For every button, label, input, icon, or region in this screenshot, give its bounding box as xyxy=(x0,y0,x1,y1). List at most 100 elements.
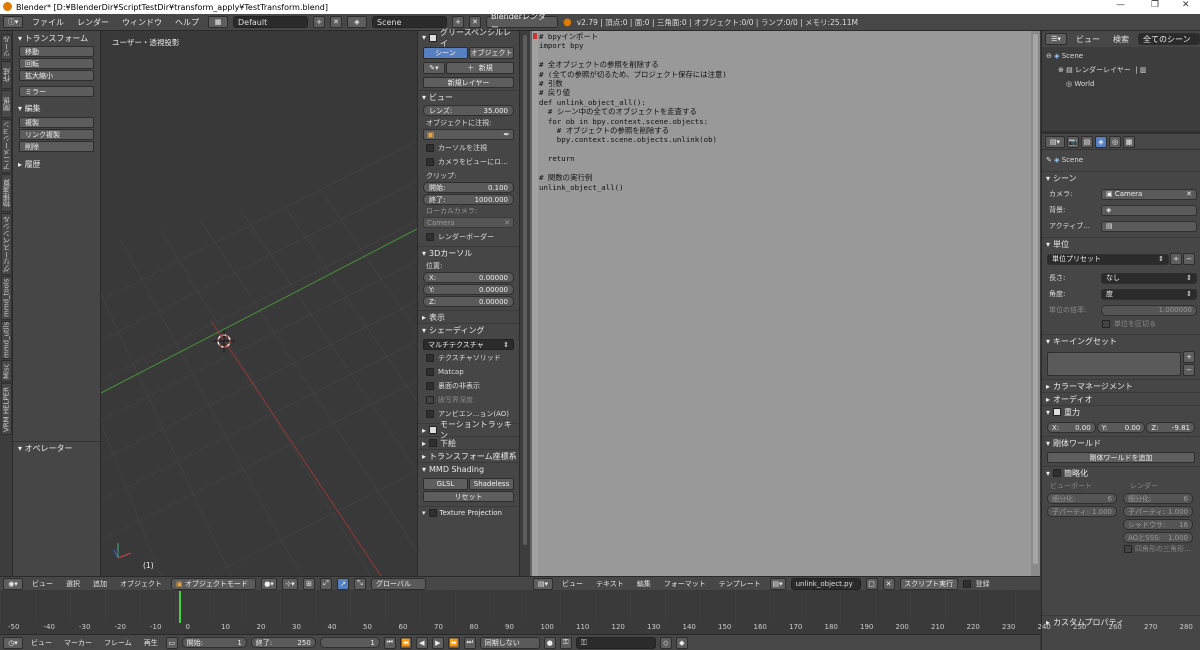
outliner-world-item[interactable]: ◎ World xyxy=(1042,77,1200,91)
color-management-header[interactable]: ▸ カラーマネージメント xyxy=(1042,379,1200,392)
shadeless-button[interactable]: Shadeless xyxy=(469,478,514,490)
background-field[interactable]: ◈ xyxy=(1101,204,1197,216)
length-dropdown[interactable]: なし ⇕ xyxy=(1101,272,1197,284)
menu-window[interactable]: ウィンドウ xyxy=(118,17,166,28)
lens-field[interactable]: レンズ: 35.000 xyxy=(423,105,514,116)
text-menu-templates[interactable]: テンプレート xyxy=(715,579,765,589)
remove-layout-icon[interactable]: ✕ xyxy=(330,16,342,28)
angle-dropdown[interactable]: 度 ⇕ xyxy=(1101,288,1197,300)
scene-icon[interactable]: ◈ xyxy=(347,16,367,28)
remove-keying-set-icon[interactable]: − xyxy=(1183,364,1195,376)
mirror-button[interactable]: ミラー xyxy=(19,86,94,97)
tab-create[interactable]: 作成 xyxy=(1,61,12,89)
tab-tools[interactable]: ツール xyxy=(1,34,12,60)
delete-key-icon[interactable]: ◆ xyxy=(675,636,688,649)
background-images-checkbox[interactable] xyxy=(429,439,438,447)
texture-projection-checkbox[interactable] xyxy=(428,509,437,517)
text-menu-view[interactable]: ビュー xyxy=(558,579,587,589)
clear-camera-icon[interactable]: ✕ xyxy=(1186,190,1192,198)
grease-pencil-header[interactable]: ▾ グリースペンシルレイ xyxy=(418,28,519,48)
rotate-manipulator-icon[interactable]: ↗ xyxy=(337,577,349,590)
add-keying-set-icon[interactable]: + xyxy=(1183,351,1195,363)
edit-panel-header[interactable]: ▾ 編集 xyxy=(13,102,100,115)
tab-vrm-helper[interactable]: VRM HELPER xyxy=(1,383,12,435)
subdiv-viewport-field[interactable]: 細分化: 6 xyxy=(1047,493,1117,504)
clip-start-field[interactable]: 開始: 0.100 xyxy=(423,182,514,193)
simplify-checkbox[interactable] xyxy=(1053,469,1062,477)
operator-panel-header[interactable]: ▾ オペレーター xyxy=(13,441,101,454)
history-panel-header[interactable]: ▸ 履歴 xyxy=(13,158,100,171)
start-frame-field[interactable]: 開始: 1 xyxy=(181,637,247,648)
layout-icon[interactable]: ▦ xyxy=(208,16,228,28)
expand-icon[interactable]: ⊕ xyxy=(1058,66,1064,74)
motion-tracking-header[interactable]: ▸ モーショントラッキン xyxy=(418,420,519,440)
duplicate-button[interactable]: 複製 xyxy=(19,117,94,128)
panel-scrollbar[interactable] xyxy=(519,31,530,576)
glsl-button[interactable]: GLSL xyxy=(423,478,468,490)
gravity-y-field[interactable]: Y: 0.00 xyxy=(1096,422,1146,433)
view-header[interactable]: ▾ ビュー xyxy=(418,90,519,103)
duplicate-linked-button[interactable]: リンク複製 xyxy=(19,129,94,140)
add-preset-icon[interactable]: + xyxy=(1170,253,1182,265)
collapse-icon[interactable]: ⊖ xyxy=(1046,52,1052,60)
texture-projection-header[interactable]: ▾ Texture Projection xyxy=(418,506,519,519)
mode-dropdown[interactable]: ▣ オブジェクトモード xyxy=(171,577,256,590)
orientation-dropdown[interactable]: グローバル xyxy=(371,577,426,590)
rotate-button[interactable]: 回転 xyxy=(19,58,94,69)
keying-icon[interactable]: ⚿ xyxy=(559,636,572,649)
remove-preset-icon[interactable]: − xyxy=(1183,253,1195,265)
world-tab-icon[interactable]: ◎ xyxy=(1109,135,1121,148)
reset-shading-button[interactable]: リセット xyxy=(423,491,514,502)
jump-start-icon[interactable]: ⏮ xyxy=(383,636,396,649)
subdiv-render-field[interactable]: 細分化: 6 xyxy=(1123,493,1193,504)
scene-field[interactable]: Scene xyxy=(372,16,447,28)
timeline-menu-marker[interactable]: マーカー xyxy=(60,638,96,648)
timeline-editor-icon[interactable]: ◷▾ xyxy=(3,636,23,649)
text-menu-text[interactable]: テキスト xyxy=(592,579,628,589)
viewport-menu-view[interactable]: ビュー xyxy=(28,579,57,589)
add-layout-icon[interactable]: + xyxy=(313,16,325,28)
units-panel-header[interactable]: ▾ 単位 xyxy=(1042,237,1200,250)
motion-tracking-checkbox[interactable] xyxy=(429,426,437,434)
cursor-y-field[interactable]: Y: 0.00000 xyxy=(423,284,514,295)
camera-field[interactable]: ▣ Camera ✕ xyxy=(1101,188,1197,200)
manipulator-icon[interactable]: ⊞ xyxy=(303,577,315,590)
viewport-menu-add[interactable]: 追加 xyxy=(89,579,111,589)
timeline-menu-view[interactable]: ビュー xyxy=(27,638,56,648)
tab-mmd-utils[interactable]: mmd_utils xyxy=(1,321,12,359)
layout-field[interactable]: Default xyxy=(233,16,308,28)
outliner-menu-search[interactable]: 検索 xyxy=(1109,34,1133,45)
tab-mmd-tools[interactable]: mmd_tools xyxy=(1,276,12,320)
3d-viewport[interactable]: ユーザー・透視投影 (1) xyxy=(101,31,417,576)
keying-sets-list[interactable] xyxy=(1047,351,1181,376)
clear-icon[interactable]: ✕ xyxy=(504,219,510,227)
minimize-button[interactable]: — xyxy=(1116,0,1125,10)
mmd-shading-header[interactable]: ▾ MMD Shading xyxy=(418,462,519,475)
display-header[interactable]: ▸ 表示 xyxy=(418,310,519,323)
gravity-x-field[interactable]: X: 0.00 xyxy=(1047,422,1096,433)
scene-tab-icon[interactable]: ◈ xyxy=(1095,135,1107,148)
pin-icon[interactable]: ✎ xyxy=(1046,156,1052,164)
render-tab-icon[interactable]: 📷 xyxy=(1067,135,1079,148)
register-checkbox[interactable] xyxy=(962,579,971,588)
close-button[interactable]: ✕ xyxy=(1182,0,1190,10)
record-icon[interactable]: ● xyxy=(543,636,556,649)
viewport-editor-icon[interactable]: ◉▾ xyxy=(3,577,23,590)
viewport-menu-object[interactable]: オブジェクト xyxy=(116,579,166,589)
gravity-z-field[interactable]: Z: -9.81 xyxy=(1146,422,1196,433)
lock-cursor-checkbox[interactable]: カーソルを注視 xyxy=(418,141,519,155)
shadow-samples-field[interactable]: シャドウサ: 16 xyxy=(1123,519,1193,530)
outliner-renderlayer-item[interactable]: ⊕ ▤ レンダーレイヤー | ▥ xyxy=(1042,63,1200,77)
eyedropper-icon[interactable]: ✒ xyxy=(503,130,510,139)
viewport-menu-select[interactable]: 選択 xyxy=(62,579,84,589)
pivot-icon[interactable]: ⊹▾ xyxy=(282,577,298,590)
separate-units-checkbox[interactable]: 単位を区切る xyxy=(1042,317,1200,331)
outliner-menu-view[interactable]: ビュー xyxy=(1072,34,1104,45)
jump-key-back-icon[interactable]: ⏪ xyxy=(399,636,412,649)
dof-checkbox[interactable]: 被写界深度 xyxy=(418,393,519,407)
insert-key-icon[interactable]: ◇ xyxy=(659,636,672,649)
delete-button[interactable]: 削除 xyxy=(19,141,94,152)
gravity-checkbox[interactable] xyxy=(1053,408,1062,416)
shading-header[interactable]: ▾ シェーディング xyxy=(418,323,519,336)
grease-pencil-checkbox[interactable] xyxy=(429,33,438,42)
